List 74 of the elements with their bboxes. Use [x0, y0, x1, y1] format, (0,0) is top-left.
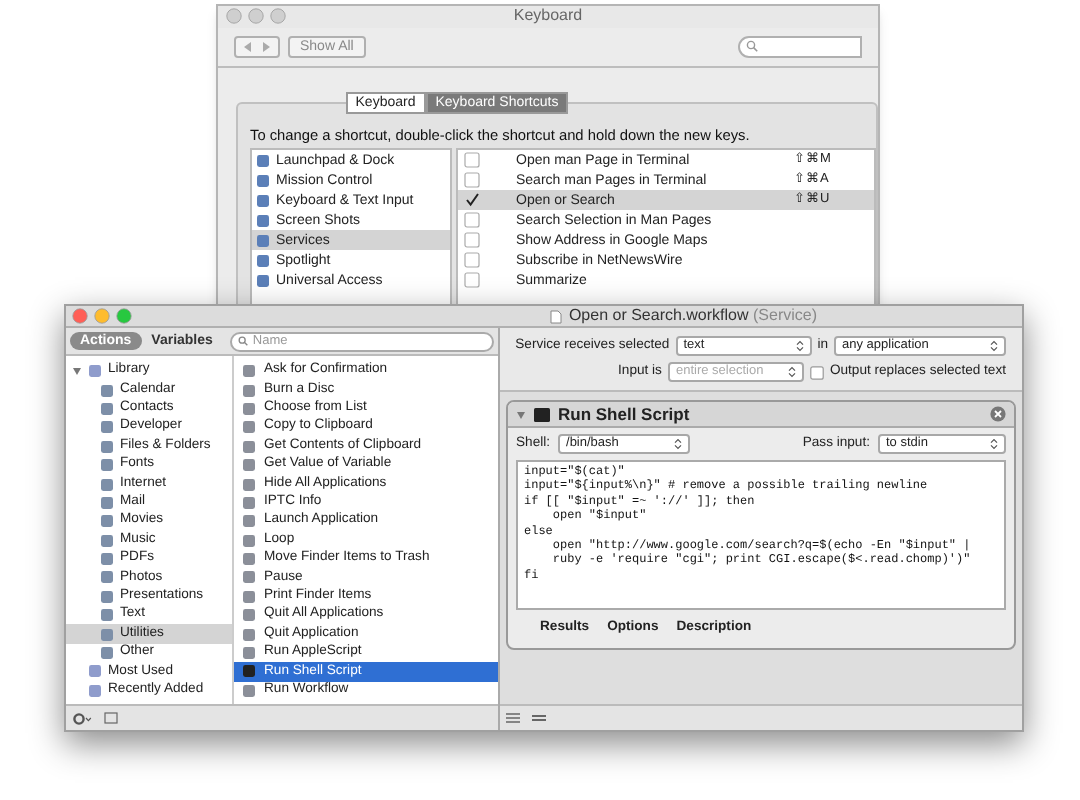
tile-icon — [256, 233, 270, 248]
tile-icon — [242, 401, 256, 416]
tile-icon — [256, 173, 270, 188]
checkbox[interactable] — [464, 172, 480, 189]
gear-icon[interactable] — [72, 711, 92, 725]
tile-icon — [242, 364, 256, 379]
tile-icon — [100, 570, 114, 585]
tile-icon — [100, 608, 114, 623]
tile-icon — [88, 683, 102, 698]
terminal-icon — [534, 407, 550, 421]
updown-icon — [674, 438, 683, 450]
tile-icon — [88, 364, 102, 379]
checkbox[interactable] — [464, 152, 480, 169]
search-icon — [238, 336, 249, 346]
tile-icon — [100, 533, 114, 548]
tile-icon — [242, 495, 256, 510]
list-view-icon[interactable] — [532, 712, 546, 724]
tile-icon — [100, 627, 114, 642]
tile-icon — [242, 646, 256, 661]
search-icon — [746, 40, 758, 53]
tile-icon — [88, 664, 102, 679]
tile-icon — [100, 420, 114, 435]
checkbox[interactable] — [464, 232, 480, 249]
tile-icon — [100, 495, 114, 510]
checkbox[interactable] — [809, 365, 824, 380]
tile-icon — [100, 401, 114, 416]
tile-icon — [100, 514, 114, 529]
updown-icon — [787, 366, 796, 379]
tile-icon — [242, 627, 256, 642]
tile-icon — [242, 589, 256, 604]
forward-icon — [262, 41, 270, 52]
tile-icon — [256, 273, 270, 288]
checkbox[interactable] — [464, 192, 480, 209]
tile-icon — [242, 514, 256, 529]
tile-icon — [100, 646, 114, 661]
window-title: Open or Search.workflow (Service) — [568, 308, 818, 324]
document-icon — [550, 309, 563, 323]
tile-icon — [242, 552, 256, 567]
search-field[interactable] — [738, 35, 862, 58]
tile-icon — [100, 439, 114, 454]
checkbox[interactable] — [464, 252, 480, 269]
window-title: Keyboard — [511, 4, 585, 29]
tile-icon — [242, 570, 256, 585]
tile-icon — [242, 664, 256, 679]
disclosure-icon[interactable] — [516, 409, 526, 419]
list-view-icon[interactable] — [506, 712, 520, 724]
tile-icon — [242, 383, 256, 398]
back-forward-button[interactable] — [234, 35, 280, 58]
disclosure-icon[interactable] — [72, 366, 82, 377]
action-title: Run Shell Script — [558, 405, 692, 423]
back-icon — [244, 41, 252, 52]
updown-icon — [990, 438, 998, 450]
panel-icon[interactable] — [104, 712, 118, 724]
tile-icon — [242, 608, 256, 623]
tile-icon — [242, 458, 256, 473]
updown-icon — [990, 340, 998, 353]
tile-icon — [256, 213, 270, 228]
checkbox[interactable] — [464, 272, 480, 289]
tile-icon — [100, 477, 114, 492]
updown-icon — [795, 340, 804, 353]
tile-icon — [100, 552, 114, 567]
tile-icon — [256, 253, 270, 268]
tile-icon — [242, 420, 256, 435]
tile-icon — [242, 533, 256, 548]
tile-icon — [242, 477, 256, 492]
tile-icon — [242, 439, 256, 454]
tile-icon — [256, 153, 270, 168]
close-icon[interactable] — [990, 406, 1006, 422]
tile-icon — [256, 193, 270, 208]
tile-icon — [100, 458, 114, 473]
tile-icon — [100, 383, 114, 398]
tile-icon — [100, 589, 114, 604]
checkbox[interactable] — [464, 212, 480, 229]
tile-icon — [242, 683, 256, 698]
